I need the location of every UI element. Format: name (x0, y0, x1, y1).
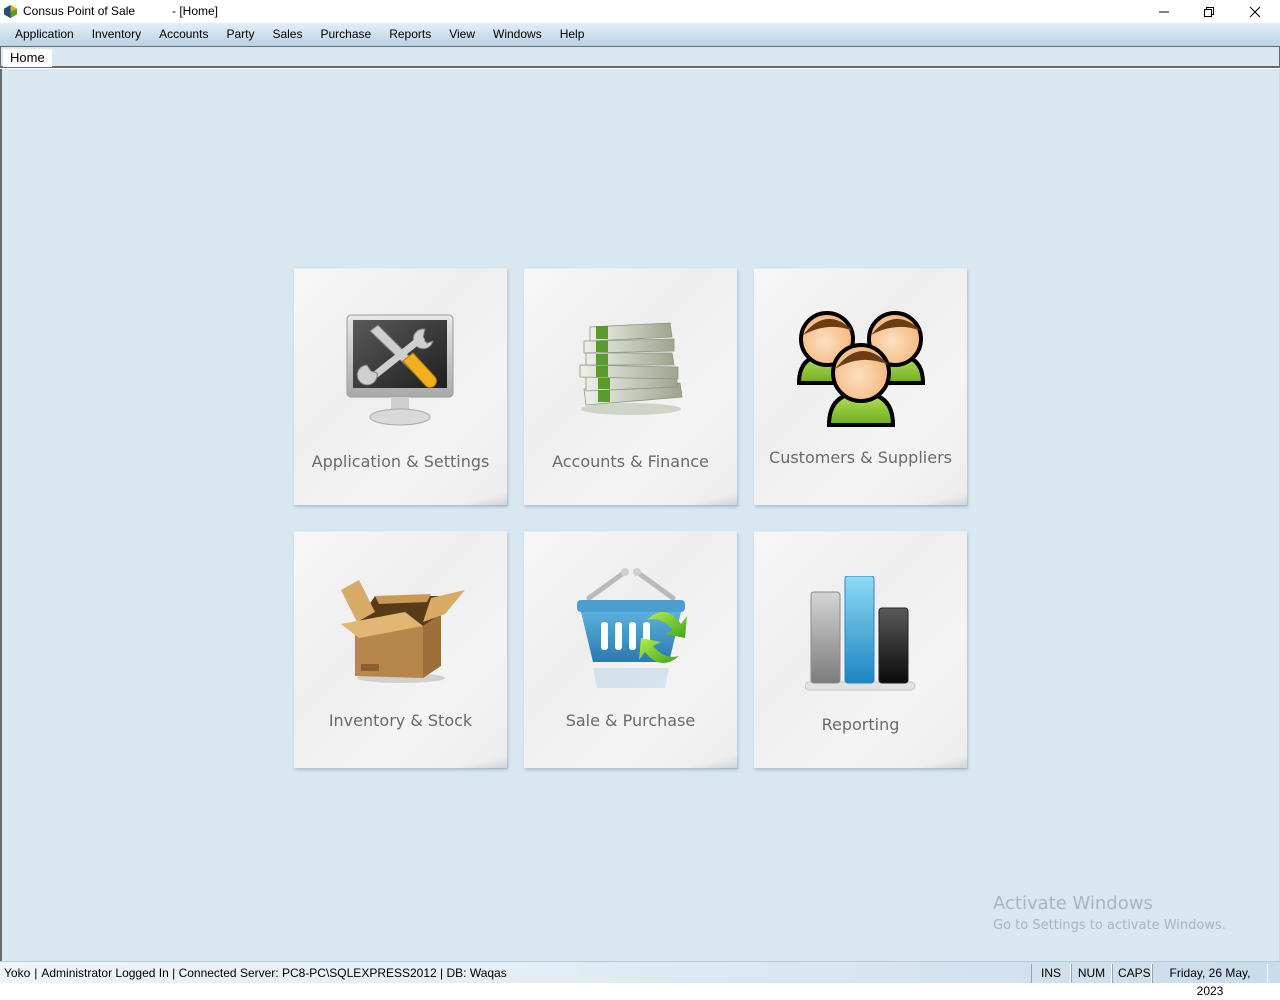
status-connection-info: Administrator Logged In | Connected Serv… (41, 966, 507, 980)
menu-application[interactable]: Application (6, 23, 83, 46)
monitor-tools-icon (346, 314, 453, 426)
status-info: Yoko | Administrator Logged In | Connected… (4, 966, 507, 980)
watermark-subtitle: Go to Settings to activate Windows. (993, 918, 1226, 933)
tile-label: Customers & Suppliers (769, 448, 952, 467)
status-separator: | (34, 966, 38, 980)
menu-help[interactable]: Help (551, 23, 594, 46)
app-logo-icon (3, 4, 18, 19)
restore-icon (1204, 6, 1214, 17)
minimize-icon (1159, 11, 1169, 12)
menu-windows[interactable]: Windows (484, 23, 551, 46)
status-caps-indicator: CAPS (1112, 964, 1152, 983)
money-stack-icon (579, 322, 682, 415)
shopping-basket-icon (576, 568, 687, 688)
tile-application-settings[interactable]: Application & Settings (294, 268, 508, 506)
tab-home[interactable]: Home (3, 49, 52, 67)
status-bar: Yoko | Administrator Logged In | Connected… (0, 961, 1280, 998)
tile-label: Reporting (821, 715, 900, 734)
tile-customers-suppliers[interactable]: Customers & Suppliers (754, 268, 968, 506)
menu-sales[interactable]: Sales (263, 23, 311, 46)
activate-windows-watermark: Activate Windows Go to Settings to activ… (993, 893, 1226, 933)
status-date: Friday, 26 May, 2023 (1152, 964, 1268, 998)
tile-label: Sale & Purchase (565, 711, 696, 730)
tile-label: Inventory & Stock (328, 711, 473, 730)
close-button[interactable] (1232, 0, 1278, 23)
tile-sale-purchase[interactable]: Sale & Purchase (524, 531, 738, 769)
menu-purchase[interactable]: Purchase (311, 23, 380, 46)
tile-label: Application & Settings (311, 452, 490, 471)
status-user: Yoko (4, 966, 31, 980)
menu-bar: Application Inventory Accounts Party Sal… (0, 23, 1280, 46)
tile-inventory-stock[interactable]: Inventory & Stock (294, 531, 508, 769)
app-title: Consus Point of Sale (23, 4, 136, 18)
menu-view[interactable]: View (440, 23, 484, 46)
tile-accounts-finance[interactable]: Accounts & Finance (524, 268, 738, 506)
document-tab-strip: Home (0, 46, 1280, 68)
menu-party[interactable]: Party (217, 23, 263, 46)
document-title: - [Home] (172, 4, 219, 18)
menu-accounts[interactable]: Accounts (150, 23, 217, 46)
status-num-indicator: NUM (1071, 964, 1112, 983)
close-icon (1249, 6, 1261, 17)
tile-reporting[interactable]: Reporting (754, 531, 968, 769)
tile-label: Accounts & Finance (552, 452, 709, 471)
bar-chart-icon (804, 576, 915, 691)
restore-button[interactable] (1186, 0, 1232, 23)
menu-reports[interactable]: Reports (380, 23, 440, 46)
home-workspace: Application & Settings Accounts & Financ… (0, 69, 1280, 961)
watermark-title: Activate Windows (993, 893, 1153, 914)
people-group-icon (796, 311, 925, 427)
status-ins-indicator: INS (1031, 964, 1071, 983)
title-bar: Consus Point of Sale - [Home] (0, 0, 1280, 23)
menu-inventory[interactable]: Inventory (83, 23, 150, 46)
cardboard-box-icon (340, 580, 465, 683)
minimize-button[interactable] (1141, 0, 1187, 23)
